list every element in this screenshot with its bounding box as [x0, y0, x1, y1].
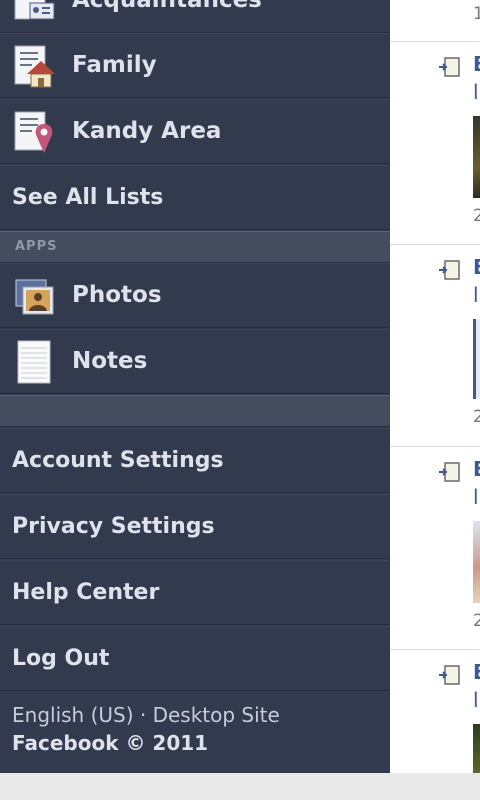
privacy-settings-label: Privacy Settings: [12, 514, 215, 539]
menu-item-label: Photos: [72, 282, 162, 308]
log-out-link[interactable]: Log Out: [0, 626, 390, 691]
menu-item-photos[interactable]: Photos: [0, 263, 390, 328]
menu-item-label: Notes: [72, 348, 148, 374]
location-list-icon: [14, 111, 53, 153]
story-timestamp: 2: [473, 611, 480, 631]
story-author[interactable]: B: [473, 52, 480, 76]
story-text: li: [473, 485, 480, 509]
story-author[interactable]: B: [473, 255, 480, 279]
menu-item-acquaintances[interactable]: Acquaintances: [0, 0, 390, 33]
story-author[interactable]: B: [473, 457, 480, 481]
help-center-link[interactable]: Help Center: [0, 560, 390, 625]
log-out-label: Log Out: [12, 646, 110, 671]
feed-story[interactable]: 1: [390, 0, 480, 42]
story-photo[interactable]: [473, 116, 480, 198]
story-photo[interactable]: [473, 521, 480, 603]
news-feed: 1 B li 2 B li 2 B li 2: [390, 0, 480, 773]
story-text: li: [473, 688, 480, 712]
help-center-label: Help Center: [12, 580, 160, 605]
feed-story[interactable]: B li 2: [390, 245, 480, 447]
privacy-settings-link[interactable]: Privacy Settings: [0, 494, 390, 559]
menu-item-kandy-area[interactable]: Kandy Area: [0, 99, 390, 164]
see-all-lists-label: See All Lists: [12, 185, 164, 210]
footer-separator: ·: [139, 703, 147, 727]
menu-item-label: Acquaintances: [72, 0, 262, 13]
apps-header-label: APPS: [15, 239, 58, 254]
section-divider: [0, 395, 390, 427]
menu-item-label: Family: [72, 52, 157, 78]
story-share-icon: [439, 57, 460, 77]
copyright-text: Facebook © 2011: [12, 731, 209, 755]
account-settings-link[interactable]: Account Settings: [0, 428, 390, 493]
story-timestamp: 1: [473, 4, 480, 24]
story-photo[interactable]: [473, 724, 480, 773]
feed-story[interactable]: B li: [390, 650, 480, 773]
story-share-icon: [439, 665, 460, 685]
story-text: li: [473, 80, 480, 104]
notes-icon: [17, 340, 51, 384]
family-list-icon: [14, 45, 55, 88]
story-author[interactable]: B: [473, 660, 480, 684]
story-share-icon: [439, 260, 460, 280]
desktop-site-link[interactable]: Desktop Site: [153, 703, 280, 727]
story-share-icon: [439, 462, 460, 482]
story-timestamp: 2: [473, 407, 480, 427]
menu-item-label: Kandy Area: [72, 118, 222, 144]
story-timestamp: 2: [473, 206, 480, 226]
footer-links: English (US) · Desktop Site: [12, 703, 280, 727]
menu-item-family[interactable]: Family: [0, 33, 390, 98]
menu-item-notes[interactable]: Notes: [0, 329, 390, 394]
feed-story[interactable]: B li 2: [390, 447, 480, 650]
story-photo[interactable]: [473, 319, 480, 399]
acquaintances-list-icon: [14, 0, 55, 20]
side-menu: Acquaintances Family Kandy Area See All …: [0, 0, 390, 773]
apps-section-header: APPS: [0, 231, 390, 263]
story-text: li: [473, 283, 480, 307]
account-settings-label: Account Settings: [12, 448, 224, 473]
language-link[interactable]: English (US): [12, 703, 134, 727]
feed-story[interactable]: B li 2: [390, 42, 480, 245]
see-all-lists-link[interactable]: See All Lists: [0, 165, 390, 230]
photos-icon: [15, 279, 54, 315]
